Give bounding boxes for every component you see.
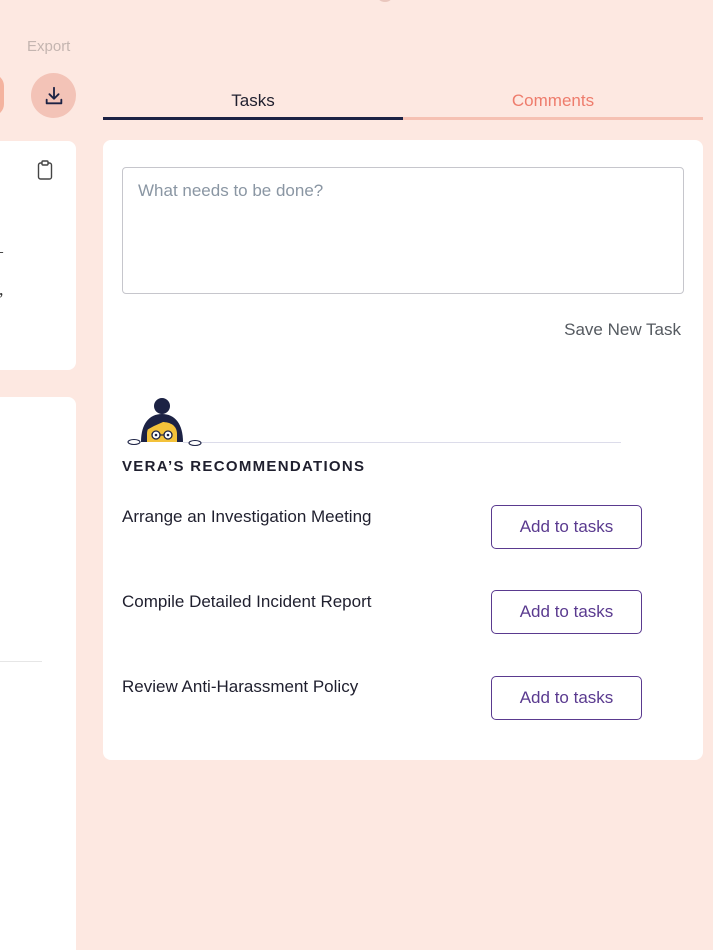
download-icon [45, 86, 62, 104]
tab-tasks[interactable]: Tasks [103, 88, 403, 120]
tab-bar: Tasks Comments [103, 88, 703, 120]
clipboard-icon[interactable] [37, 160, 53, 180]
top-indicator [376, 0, 394, 2]
text-fragment: 1, [0, 279, 4, 300]
recommendation-title: Compile Detailed Incident Report [122, 592, 372, 611]
vera-avatar-icon [127, 398, 202, 447]
recommendation-item: Review Anti-Harassment Policy Add to tas… [122, 676, 682, 721]
recommendations-heading: VERA’S RECOMMENDATIONS [122, 458, 366, 475]
recommendation-item: Compile Detailed Incident Report Add to … [122, 590, 682, 636]
partial-action-button[interactable] [0, 74, 4, 116]
tasks-panel: Save New Task VERA’S RECOMMENDATIONS Arr… [103, 140, 703, 760]
left-details-card [0, 397, 76, 950]
export-button[interactable] [31, 73, 76, 118]
recommendation-title: Arrange an Investigation Meeting [122, 507, 372, 526]
recommendation-title: Review Anti-Harassment Policy [122, 677, 359, 696]
export-label: Export [27, 38, 71, 55]
text-fragment: – [0, 241, 3, 262]
save-new-task-button[interactable]: Save New Task [564, 320, 681, 340]
new-task-input[interactable] [122, 167, 684, 294]
tab-comments[interactable]: Comments [403, 88, 703, 120]
add-to-tasks-button[interactable]: Add to tasks [491, 590, 642, 634]
add-to-tasks-button[interactable]: Add to tasks [491, 676, 642, 720]
divider [0, 661, 42, 662]
recommendations-divider [183, 442, 621, 443]
recommendation-item: Arrange an Investigation Meeting Add to … [122, 505, 682, 551]
add-to-tasks-button[interactable]: Add to tasks [491, 505, 642, 549]
left-info-card: – 1, [0, 141, 76, 370]
